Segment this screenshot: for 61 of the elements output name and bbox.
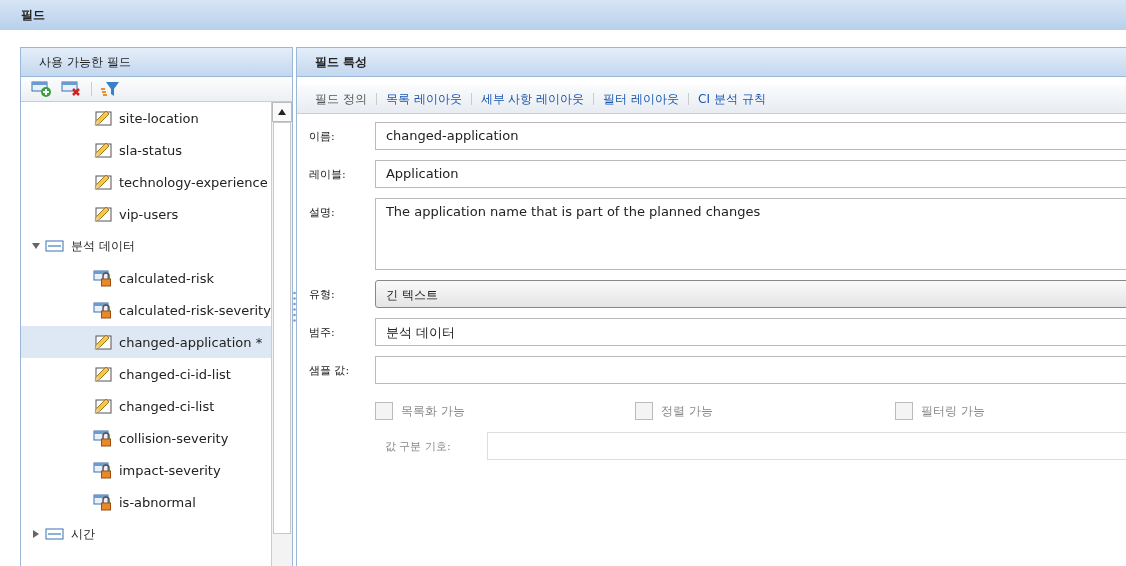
lock-field-icon	[93, 301, 113, 319]
add-field-icon[interactable]	[31, 80, 53, 98]
field-group-icon	[45, 239, 65, 253]
panel-title: 필드 특성	[314, 53, 368, 71]
input-field[interactable]	[374, 356, 1126, 384]
tree-item[interactable]: calculated-risk-severity	[21, 294, 271, 326]
lock-field-icon	[93, 461, 113, 479]
field-label: 샘플 값:	[308, 363, 351, 378]
pencil-icon	[93, 173, 113, 191]
input-field[interactable]: Application	[374, 160, 1126, 188]
tree-item[interactable]: is-abnormal	[21, 486, 271, 518]
delete-field-icon[interactable]	[61, 80, 83, 98]
scroll-up-arrow-icon[interactable]	[277, 109, 286, 115]
field-label: 이름:	[308, 129, 336, 144]
splitter-handle[interactable]	[292, 289, 296, 324]
tree-group-label[interactable]: 분석 데이터	[71, 237, 135, 255]
field-label: 범주:	[308, 325, 336, 340]
tab[interactable]: 목록 레이아웃	[385, 90, 462, 108]
input-field[interactable]	[486, 432, 1126, 460]
description-field[interactable]: The application name that is part of the planned changes	[374, 198, 1126, 270]
type-dropdown[interactable]: 긴 텍스트	[374, 280, 1126, 308]
expand-arrow-icon[interactable]	[31, 529, 41, 539]
lock-field-icon	[93, 269, 113, 287]
collapse-arrow-icon[interactable]	[31, 241, 41, 251]
tab[interactable]: CI 분석 규칙	[698, 90, 766, 108]
tree-group-label[interactable]: 시간	[71, 525, 95, 543]
filter-icon[interactable]	[100, 80, 120, 98]
field-group-icon	[45, 527, 65, 541]
pencil-icon	[93, 141, 113, 159]
field-label: 값 구분 기호:	[384, 438, 452, 454]
page-title: 필드	[21, 6, 45, 24]
tree-item[interactable]: changed-ci-id-list	[21, 358, 271, 390]
field-label: 유형:	[308, 287, 336, 302]
tree-item[interactable]: collision-severity	[21, 422, 271, 454]
field-label: 레이블:	[308, 167, 347, 182]
tree-item[interactable]: technology-experience	[21, 166, 271, 198]
tree-item[interactable]: changed-application *	[21, 326, 271, 358]
checkbox-label: 필터링 가능	[920, 402, 985, 420]
pencil-icon	[93, 397, 113, 415]
pencil-icon	[93, 109, 113, 127]
tree-item[interactable]: changed-ci-list	[21, 390, 271, 422]
tab[interactable]: 필드 정의	[314, 90, 367, 108]
panel-title: 사용 가능한 필드	[39, 53, 131, 71]
tree-item[interactable]: calculated-risk	[21, 262, 271, 294]
input-field[interactable]: changed-application	[374, 122, 1126, 150]
checkbox-label: 정렬 가능	[660, 402, 713, 420]
lock-field-icon	[93, 429, 113, 447]
lock-field-icon	[93, 493, 113, 511]
tree-item[interactable]: site-location	[21, 102, 271, 134]
tab[interactable]: 세부 사항 레이아웃	[480, 90, 585, 108]
pencil-icon	[93, 205, 113, 223]
scrollbar[interactable]	[270, 102, 292, 566]
input-field[interactable]: 분석 데이터	[374, 318, 1126, 346]
pencil-icon	[93, 365, 113, 383]
tree-item[interactable]: impact-severity	[21, 454, 271, 486]
tree-item[interactable]: vip-users	[21, 198, 271, 230]
tree-item[interactable]: sla-status	[21, 134, 271, 166]
tab[interactable]: 필터 레이아웃	[603, 90, 679, 108]
field-label: 설명:	[308, 205, 336, 220]
pencil-icon	[93, 333, 113, 351]
checkbox-label: 목록화 가능	[400, 402, 465, 420]
